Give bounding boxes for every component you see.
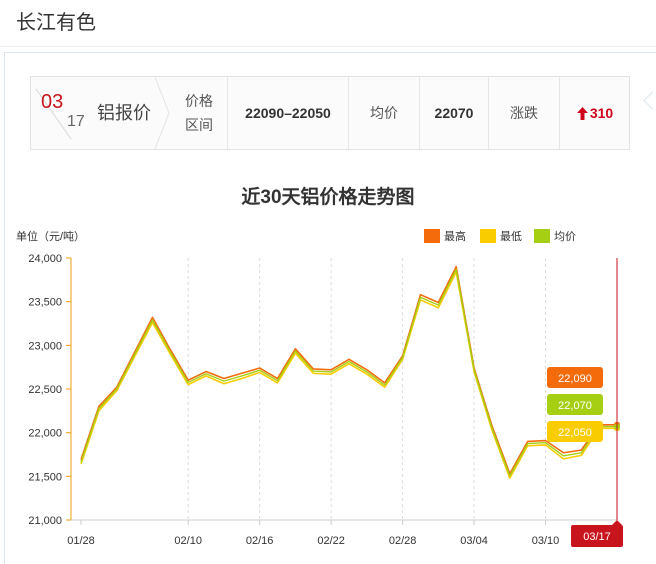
legend-label-avg: 均价 — [554, 231, 576, 243]
legend-label-high: 最高 — [444, 231, 466, 243]
change-value: 310 — [589, 105, 614, 121]
range-value-cell: 22090–22050 — [228, 77, 348, 149]
range-value: 22090–22050 — [245, 105, 331, 121]
y-axis-unit: 单位（元/吨） — [16, 231, 86, 243]
avg-label: 均价 — [370, 105, 398, 121]
change-label-cell: 涨跌 — [489, 77, 559, 149]
legend-swatch-avg — [534, 229, 550, 243]
change-value-cell: 310 — [560, 77, 630, 149]
legend-swatch-high — [424, 229, 440, 243]
site-title[interactable]: 长江有色 — [16, 10, 96, 36]
avg-value-cell: 22070 — [420, 77, 488, 149]
price-summary-bar: 03 17 铝报价 价格 区间 22090–22050 均价 22070 涨跌 … — [30, 76, 630, 150]
change-label: 涨跌 — [510, 105, 538, 121]
legend-swatch-low — [480, 229, 496, 243]
chart-title: 近30天铝价格走势图 — [241, 187, 415, 208]
range-label-1: 价格 — [185, 93, 213, 109]
legend-label-low: 最低 — [500, 231, 522, 243]
legend-item-low[interactable]: 最低 — [480, 228, 522, 244]
header-divider — [0, 46, 656, 47]
product-name: 铝报价 — [97, 103, 151, 123]
date-month: 03 — [41, 91, 64, 113]
avg-label-cell: 均价 — [349, 77, 419, 149]
range-label-2: 区间 — [185, 117, 213, 133]
arrow-up-icon — [576, 106, 588, 120]
change-value-wrap: 310 — [576, 105, 614, 121]
legend-item-avg[interactable]: 均价 — [534, 228, 576, 244]
date-day: 17 — [67, 113, 85, 130]
range-label-cell: 价格 区间 — [171, 77, 227, 149]
legend-item-high[interactable]: 最高 — [424, 228, 466, 244]
avg-value: 22070 — [434, 105, 474, 121]
